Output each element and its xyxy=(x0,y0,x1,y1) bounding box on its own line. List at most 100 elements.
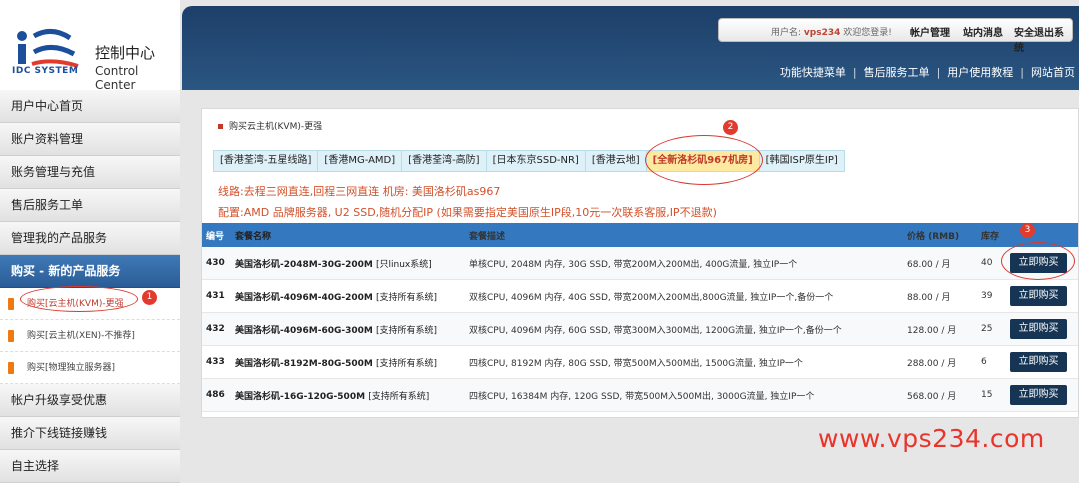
plan-stock: 40 xyxy=(981,258,993,268)
plan-stock: 25 xyxy=(981,324,993,334)
sidebar-item-billing[interactable]: 账务管理与充值 xyxy=(0,156,180,189)
orange-bar-icon xyxy=(8,362,14,374)
nav-site-home[interactable]: 网站首页 xyxy=(1031,66,1075,79)
plan-price: 128.00 / 月 xyxy=(907,325,957,336)
line-info: 线路:去程三网直连,回程三网直连 机房: 美国洛杉矶as967 xyxy=(218,185,501,198)
buy-now-button[interactable]: 立即购买 xyxy=(1010,286,1067,306)
nav-tutorials[interactable]: 用户使用教程 xyxy=(947,66,1013,79)
plan-price: 68.00 / 月 xyxy=(907,259,951,270)
user-label: 用户名: xyxy=(771,28,802,38)
annotation-badge-3: 3 xyxy=(1020,223,1035,238)
plan-stock: 6 xyxy=(981,357,987,367)
plan-id: 486 xyxy=(206,390,225,400)
buy-now-button[interactable]: 立即购买 xyxy=(1010,385,1067,405)
account-link[interactable]: 帐户管理 xyxy=(910,24,950,39)
sidebar: 用户中心首页 账户资料管理 账务管理与充值 售后服务工单 管理我的产品服务 购买… xyxy=(0,90,180,483)
nav-tickets[interactable]: 售后服务工单 xyxy=(864,66,930,79)
tab-hk-tsuen-wan[interactable]: [香港荃湾-五星线路] xyxy=(214,151,319,171)
sidebar-item-home[interactable]: 用户中心首页 xyxy=(0,90,180,123)
buy-now-button[interactable]: 立即购买 xyxy=(1010,319,1067,339)
username: vps234 xyxy=(803,28,841,38)
watermark: www.vps234.com xyxy=(818,424,1045,453)
table-row: 430 美国洛杉矶-2048M-30G-200M [只linux系统] 单核CPU,… xyxy=(202,247,1078,280)
plan-desc: 四核CPU, 8192M 内存, 80G SSD, 带宽500M入500M出, … xyxy=(469,358,803,369)
sidebar-item-tickets[interactable]: 售后服务工单 xyxy=(0,189,180,222)
plan-price: 288.00 / 月 xyxy=(907,358,957,369)
annotation-ring-2 xyxy=(645,135,763,185)
plan-id: 430 xyxy=(206,258,225,268)
section-title: 购买云主机(KVM)-更强 xyxy=(218,119,322,132)
plan-id: 431 xyxy=(206,291,225,301)
header-name: 套餐名称 xyxy=(235,231,272,242)
tab-jp-tokyo[interactable]: [日本东京SSD-NR] xyxy=(487,151,586,171)
sidebar-sub-label: 购买[云主机(XEN)-不推荐] xyxy=(27,331,135,341)
sidebar-item-profile[interactable]: 账户资料管理 xyxy=(0,123,180,156)
plan-price: 88.00 / 月 xyxy=(907,292,951,303)
table-row: 431 美国洛杉矶-4096M-40G-200M [支持所有系统] 双核CPU, 4… xyxy=(202,280,1078,313)
user-bar: 用户名: vps234 欢迎您登录! 帐户管理 站内消息 安全退出系统 xyxy=(718,18,1073,54)
plan-price: 568.00 / 月 xyxy=(907,391,957,402)
table-body: 430 美国洛杉矶-2048M-30G-200M [只linux系统] 单核CPU,… xyxy=(202,247,1078,412)
buy-now-button[interactable]: 立即购买 xyxy=(1010,352,1067,372)
logo-title-en: Control Center xyxy=(95,64,139,92)
plan-os-tag: [支持所有系统] xyxy=(376,325,438,336)
square-bullet-icon xyxy=(218,124,223,129)
sidebar-sub-xen[interactable]: 购买[云主机(XEN)-不推荐] xyxy=(0,320,180,352)
annotation-ring-3 xyxy=(1001,242,1075,280)
plan-name: 美国洛杉矶-2048M-30G-200M [只linux系统] xyxy=(235,247,432,279)
nav-shortcut-menu[interactable]: 功能快捷菜单 xyxy=(780,66,846,79)
plan-id: 433 xyxy=(206,357,225,367)
plan-os-tag: [支持所有系统] xyxy=(368,391,430,402)
tab-hk-mg-amd[interactable]: [香港MG-AMD] xyxy=(318,151,403,171)
logo-area: IDC SYSTEM 控制中心 Control Center xyxy=(0,0,180,92)
table-header: 编号 套餐名称 套餐描述 价格 (RMB) 库存 xyxy=(202,223,1078,247)
plan-desc: 双核CPU, 4096M 内存, 40G SSD, 带宽200M入200M出,8… xyxy=(469,292,834,303)
logout-link[interactable]: 安全退出系统 xyxy=(1014,24,1072,54)
plan-stock: 39 xyxy=(981,291,993,301)
plan-os-tag: [支持所有系统] xyxy=(376,358,438,369)
tab-kr-isp[interactable]: [韩国ISP原生IP] xyxy=(760,151,844,171)
logo-title-cn: 控制中心 xyxy=(95,44,156,62)
plan-os-tag: [支持所有系统] xyxy=(376,292,438,303)
table-row: 433 美国洛杉矶-8192M-80G-500M [支持所有系统] 四核CPU, 8… xyxy=(202,346,1078,379)
header-id: 编号 xyxy=(206,231,225,242)
plan-name: 美国洛杉矶-4096M-60G-300M [支持所有系统] xyxy=(235,313,437,345)
table-row: 486 美国洛杉矶-16G-120G-500M [支持所有系统] 四核CPU, 16… xyxy=(202,379,1078,412)
tab-hk-cloud[interactable]: [香港云地] xyxy=(586,151,647,171)
sidebar-item-self-select[interactable]: 自主选择 xyxy=(0,450,180,483)
welcome-message: 欢迎您登录! xyxy=(843,28,892,38)
plan-os-tag: [只linux系统] xyxy=(376,259,432,270)
header-desc: 套餐描述 xyxy=(469,231,506,242)
annotation-badge-1: 1 xyxy=(142,290,157,305)
top-nav: 功能快捷菜单 | 售后服务工单 | 用户使用教程 | 网站首页 xyxy=(779,66,1075,79)
config-info: 配置:AMD 品牌服务器, U2 SSD,随机分配IP (如果需要指定美国原生I… xyxy=(218,206,717,219)
sidebar-item-upgrade[interactable]: 帐户升级享受优惠 xyxy=(0,384,180,417)
messages-link[interactable]: 站内消息 xyxy=(963,24,1003,39)
sidebar-item-referral[interactable]: 推介下线链接赚钱 xyxy=(0,417,180,450)
orange-bar-icon xyxy=(8,330,14,342)
sidebar-sub-dedicated[interactable]: 购买[物理独立服务器] xyxy=(0,352,180,384)
plan-stock: 15 xyxy=(981,390,993,400)
plan-name: 美国洛杉矶-4096M-40G-200M [支持所有系统] xyxy=(235,280,437,312)
idc-logo-icon xyxy=(17,29,79,68)
plan-name: 美国洛杉矶-8192M-80G-500M [支持所有系统] xyxy=(235,346,437,378)
sidebar-sub-label: 购买[物理独立服务器] xyxy=(27,363,116,373)
plans-table: 编号 套餐名称 套餐描述 价格 (RMB) 库存 430 美国洛杉矶-2048M-… xyxy=(202,223,1078,412)
annotation-ring-1 xyxy=(20,286,138,312)
plan-id: 432 xyxy=(206,324,225,334)
content-panel: 购买云主机(KVM)-更强 [香港荃湾-五星线路] [香港MG-AMD] [香港… xyxy=(201,108,1079,418)
plan-desc: 四核CPU, 16384M 内存, 120G SSD, 带宽500M入500M出… xyxy=(469,391,815,402)
sidebar-item-manage-products[interactable]: 管理我的产品服务 xyxy=(0,222,180,255)
orange-bar-icon xyxy=(8,298,14,310)
annotation-badge-2: 2 xyxy=(723,120,738,135)
tab-hk-ddos[interactable]: [香港荃湾-高防] xyxy=(402,151,487,171)
header: 用户名: vps234 欢迎您登录! 帐户管理 站内消息 安全退出系统 功能快捷… xyxy=(182,6,1079,90)
sidebar-item-buy-new[interactable]: 购买 - 新的产品服务 xyxy=(0,255,180,288)
header-stock: 库存 xyxy=(981,231,1000,242)
plan-desc: 双核CPU, 4096M 内存, 60G SSD, 带宽300M入300M出, … xyxy=(469,325,842,336)
plan-desc: 单核CPU, 2048M 内存, 30G SSD, 带宽200M入200M出, … xyxy=(469,259,798,270)
table-row: 432 美国洛杉矶-4096M-60G-300M [支持所有系统] 双核CPU, 4… xyxy=(202,313,1078,346)
header-price: 价格 (RMB) xyxy=(907,231,960,242)
plan-name: 美国洛杉矶-16G-120G-500M [支持所有系统] xyxy=(235,379,429,411)
welcome-text: 用户名: vps234 欢迎您登录! xyxy=(771,25,892,38)
